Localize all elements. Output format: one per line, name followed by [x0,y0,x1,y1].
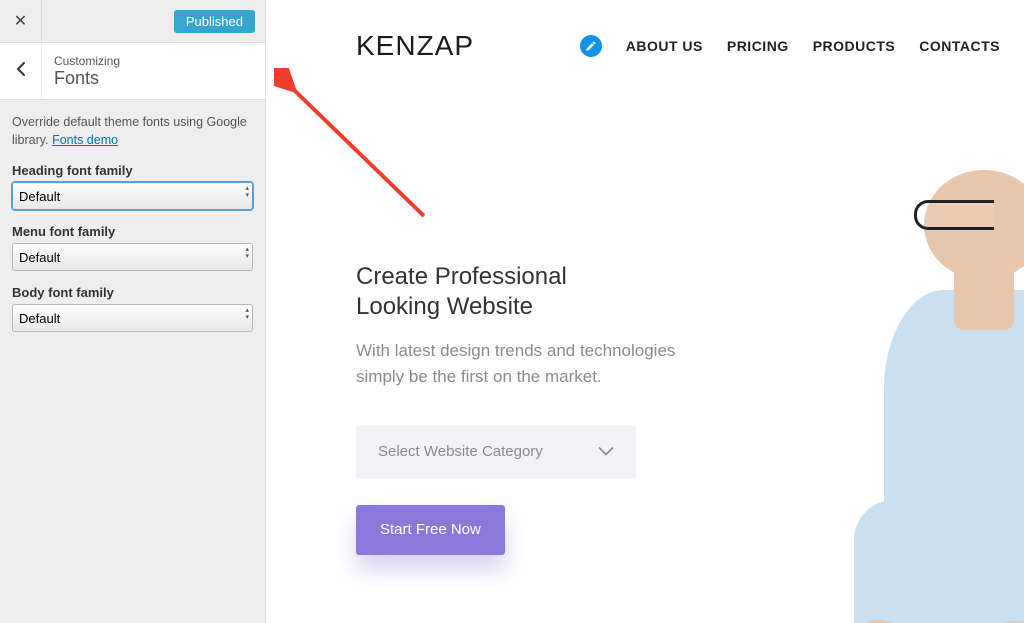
customizing-label: Customizing [54,54,120,68]
preview-pane: KENZAP ABOUT US PRICING PRODUCTS CONTACT… [266,0,1024,623]
fonts-demo-link[interactable]: Fonts demo [52,133,118,147]
section-title: Fonts [54,68,120,89]
category-select-placeholder: Select Website Category [378,443,543,460]
category-select[interactable]: Select Website Category [356,425,636,479]
publish-button[interactable]: Published [174,10,255,33]
close-customizer-button[interactable]: ✕ [0,0,42,42]
hero-subtitle: With latest design trends and technologi… [356,338,686,391]
heading-font-select[interactable]: Default [12,182,253,210]
body-font-select[interactable]: Default [12,304,253,332]
customizer-section-header: Customizing Fonts [0,42,265,100]
site-logo[interactable]: KENZAP [356,30,474,62]
chevron-down-icon [598,443,614,460]
control-label: Heading font family [12,163,253,178]
customizer-sidebar: ✕ Published Customizing Fonts Override d… [0,0,266,623]
nav-contacts[interactable]: CONTACTS [919,38,1000,54]
control-heading-font: Heading font family Default ▴▾ [0,159,265,220]
back-button[interactable] [0,43,42,99]
nav-products[interactable]: PRODUCTS [813,38,896,54]
close-icon: ✕ [14,11,27,31]
hero-section: Create Professional Looking Website With… [266,72,686,555]
nav-pricing[interactable]: PRICING [727,38,789,54]
control-body-font: Body font family Default ▴▾ [0,281,265,342]
customizer-topbar: ✕ Published [0,0,265,42]
control-label: Menu font family [12,224,253,239]
hero-title: Create Professional Looking Website [356,262,686,322]
start-free-button[interactable]: Start Free Now [356,505,505,555]
section-description: Override default theme fonts using Googl… [0,100,265,159]
control-label: Body font family [12,285,253,300]
control-menu-font: Menu font family Default ▴▾ [0,220,265,281]
edit-shortcut-button[interactable] [580,35,602,57]
nav-about[interactable]: ABOUT US [626,38,703,54]
site-header: KENZAP ABOUT US PRICING PRODUCTS CONTACT… [266,0,1024,72]
hero-person-image [844,120,1024,623]
pencil-icon [585,40,597,52]
menu-font-select[interactable]: Default [12,243,253,271]
primary-nav: ABOUT US PRICING PRODUCTS CONTACTS [580,35,1000,57]
chevron-left-icon [16,62,26,81]
